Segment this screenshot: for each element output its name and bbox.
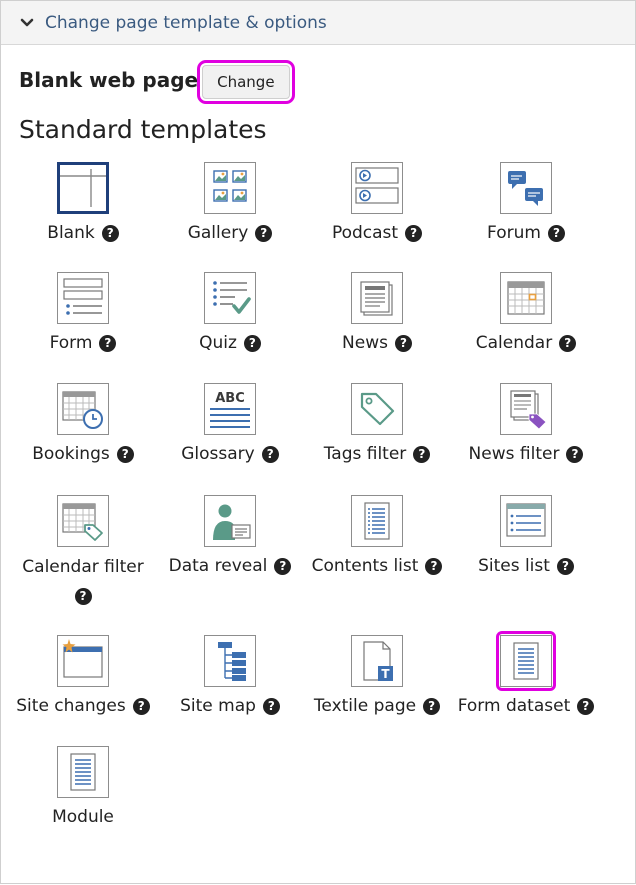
- help-icon[interactable]: ?: [262, 698, 280, 715]
- template-caption: Tags filter?: [292, 443, 462, 465]
- template-label[interactable]: Form: [50, 333, 93, 353]
- template-caption: News filter?: [441, 443, 611, 465]
- template-caption: Calendar?: [441, 332, 611, 354]
- template-caption: Form?: [0, 332, 168, 354]
- template-label[interactable]: Site changes: [16, 696, 125, 716]
- template-label[interactable]: Quiz: [199, 333, 237, 353]
- template-caption: Contents list?: [292, 555, 462, 577]
- template-grid: Blank? Gallery? Podcast? Forum? Form? Quiz? Ne…: [1, 1, 636, 885]
- svg-text:T: T: [381, 667, 390, 681]
- template-label[interactable]: Sites list: [478, 556, 550, 576]
- help-icon[interactable]: ?: [255, 225, 273, 242]
- template-label[interactable]: Contents list: [312, 556, 419, 576]
- help-icon[interactable]: ?: [577, 698, 595, 715]
- template-caption: Forum?: [441, 222, 611, 244]
- template-form[interactable]: [57, 272, 109, 324]
- template-label[interactable]: News: [342, 333, 388, 353]
- help-icon[interactable]: ?: [243, 335, 261, 352]
- template-caption: Module: [0, 806, 168, 828]
- help-icon[interactable]: ?: [556, 558, 574, 575]
- template-caption: Glossary?: [145, 443, 315, 465]
- template-module[interactable]: [57, 746, 109, 798]
- template-caption: News?: [292, 332, 462, 354]
- template-label[interactable]: Calendar filter: [22, 557, 143, 577]
- template-caption: Sites list?: [441, 555, 611, 577]
- template-label[interactable]: Calendar: [476, 333, 552, 353]
- template-gallery[interactable]: [204, 162, 256, 214]
- template-sites-list[interactable]: [500, 495, 552, 547]
- template-caption: Textile page?: [292, 695, 462, 717]
- help-icon[interactable]: ?: [559, 335, 577, 352]
- help-icon[interactable]: ?: [547, 225, 565, 242]
- svg-text:ABC: ABC: [215, 391, 245, 406]
- template-panel: Change page template & options Blank web…: [0, 0, 636, 884]
- template-label[interactable]: Bookings: [32, 444, 109, 464]
- template-data-reveal[interactable]: [204, 495, 256, 547]
- template-site-map[interactable]: [204, 635, 256, 687]
- help-icon[interactable]: ?: [413, 446, 431, 463]
- template-calendar[interactable]: [500, 272, 552, 324]
- template-caption: Blank?: [0, 222, 168, 244]
- template-textile-page[interactable]: T: [351, 635, 403, 687]
- help-icon[interactable]: ?: [274, 558, 292, 575]
- template-glossary[interactable]: ABC: [204, 383, 256, 435]
- help-icon[interactable]: ?: [116, 446, 134, 463]
- template-label[interactable]: Blank: [47, 223, 94, 243]
- template-label[interactable]: News filter: [469, 444, 560, 464]
- help-icon[interactable]: ?: [99, 335, 117, 352]
- help-icon[interactable]: ?: [394, 335, 412, 352]
- template-news-filter[interactable]: [500, 383, 552, 435]
- template-caption: Gallery?: [145, 222, 315, 244]
- template-caption: Site map?: [145, 695, 315, 717]
- template-podcast[interactable]: [351, 162, 403, 214]
- template-form-dataset[interactable]: [500, 635, 552, 687]
- template-news[interactable]: [351, 272, 403, 324]
- template-label[interactable]: Glossary: [181, 444, 254, 464]
- template-label[interactable]: Site map: [180, 696, 256, 716]
- template-caption: Bookings?: [0, 443, 168, 465]
- template-calendar-filter[interactable]: [57, 495, 109, 547]
- template-label[interactable]: Data reveal: [169, 556, 268, 576]
- template-caption: Data reveal?: [145, 555, 315, 577]
- template-label[interactable]: Textile page: [314, 696, 416, 716]
- template-label[interactable]: Podcast: [332, 223, 398, 243]
- template-label[interactable]: Gallery: [188, 223, 249, 243]
- template-caption: Podcast?: [292, 222, 462, 244]
- template-forum[interactable]: [500, 162, 552, 214]
- template-caption: Calendar filter?: [0, 555, 168, 609]
- help-icon[interactable]: ?: [566, 446, 584, 463]
- help-icon[interactable]: ?: [101, 225, 119, 242]
- template-contents-list[interactable]: [351, 495, 403, 547]
- template-tags-filter[interactable]: [351, 383, 403, 435]
- template-caption: Site changes?: [0, 695, 168, 717]
- template-label[interactable]: Module: [52, 807, 114, 827]
- help-icon[interactable]: ?: [74, 588, 92, 605]
- template-bookings[interactable]: [57, 383, 109, 435]
- help-icon[interactable]: ?: [423, 698, 441, 715]
- help-icon[interactable]: ?: [425, 558, 443, 575]
- template-label[interactable]: Form dataset: [458, 696, 571, 716]
- template-site-changes[interactable]: [57, 635, 109, 687]
- help-icon[interactable]: ?: [261, 446, 279, 463]
- help-icon[interactable]: ?: [405, 225, 423, 242]
- template-caption: Form dataset?: [441, 695, 611, 717]
- template-label[interactable]: Tags filter: [324, 444, 407, 464]
- template-label[interactable]: Forum: [487, 223, 541, 243]
- template-caption: Quiz?: [145, 332, 315, 354]
- template-blank[interactable]: [57, 162, 109, 214]
- template-quiz[interactable]: [204, 272, 256, 324]
